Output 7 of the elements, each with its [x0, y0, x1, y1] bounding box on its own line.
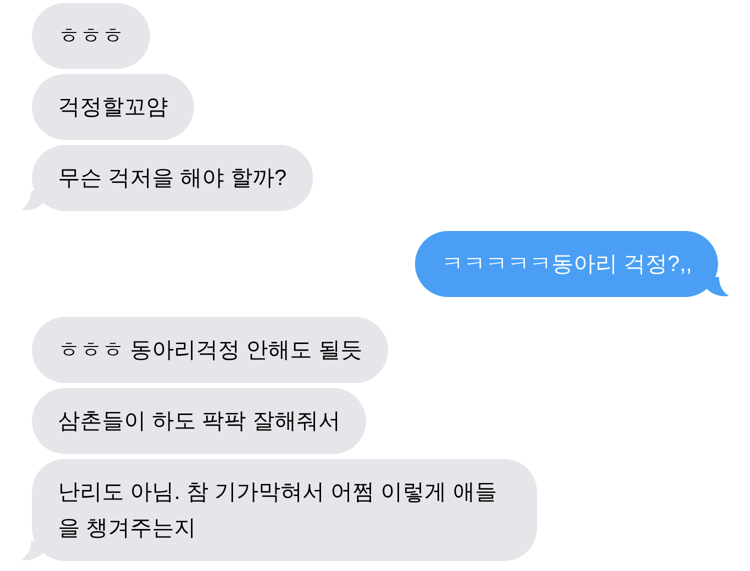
- message-bubble: 걱정할꼬얌: [32, 74, 194, 140]
- message-bubble: 난리도 아님. 참 기가막혀서 어쩜 이렇게 애들을 챙겨주는지: [32, 459, 537, 561]
- message-bubble: ㅎㅎㅎ: [32, 3, 150, 69]
- message-bubble: ㅋㅋㅋㅋㅋ동아리 걱정?,,: [415, 231, 718, 297]
- message-bubble: 무슨 걱저을 해야 할까?: [32, 145, 313, 211]
- message-bubble: 삼촌들이 하도 팍팍 잘해줘서: [32, 388, 366, 454]
- message-bubble: ㅎㅎㅎ 동아리걱정 안해도 될듯: [32, 317, 388, 383]
